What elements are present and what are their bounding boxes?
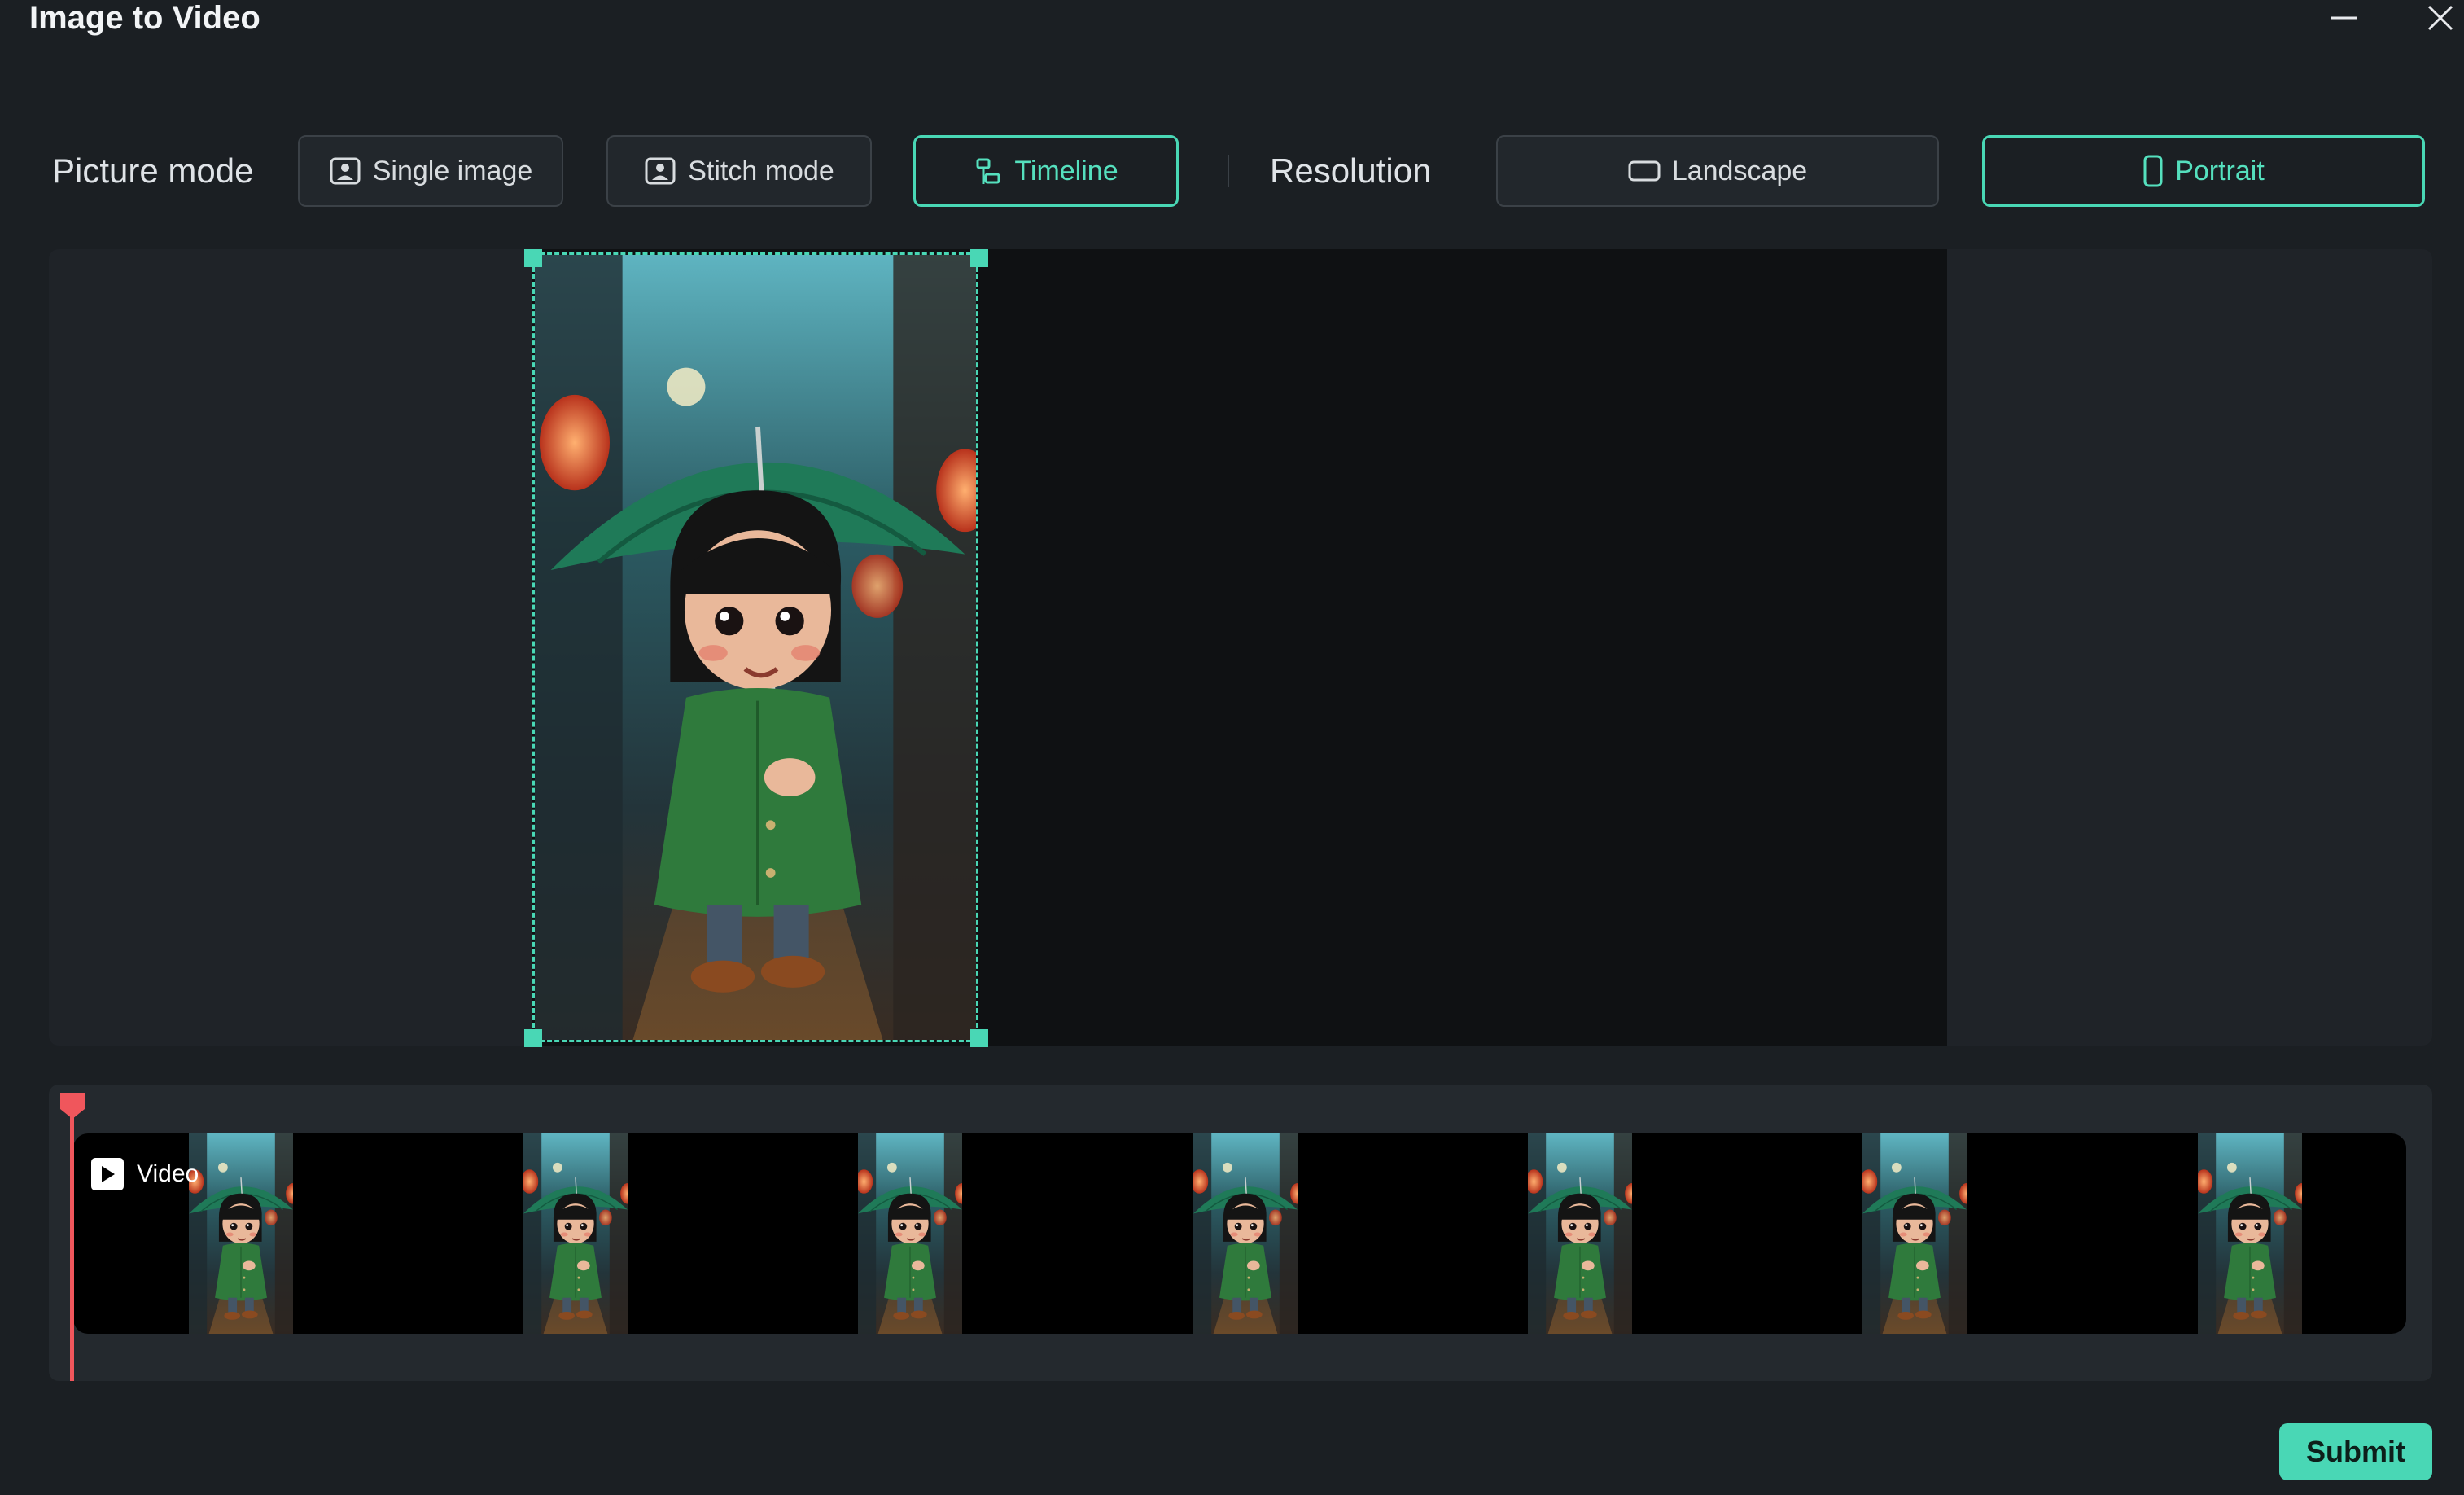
- timeline-panel: Video: [49, 1085, 2432, 1381]
- landscape-button[interactable]: Landscape: [1496, 135, 1939, 207]
- crop-frame[interactable]: [532, 252, 978, 1042]
- window-title: Image to Video: [29, 0, 260, 36]
- timeline-button[interactable]: Timeline: [913, 135, 1179, 207]
- submit-button[interactable]: Submit: [2279, 1423, 2432, 1480]
- play-icon: [91, 1158, 124, 1190]
- portrait-label: Portrait: [2175, 155, 2265, 186]
- crop-handle-bottom-left[interactable]: [524, 1029, 542, 1047]
- resolution-label: Resolution: [1270, 151, 1432, 190]
- image-portrait-icon: [330, 157, 361, 185]
- track-label-text: Video: [137, 1160, 199, 1187]
- minimize-icon: [2331, 16, 2357, 20]
- minimize-button[interactable]: [2320, 0, 2369, 36]
- portrait-icon: [2143, 155, 2163, 187]
- track-thumbnail: [189, 1133, 293, 1334]
- track-thumbnail: [523, 1133, 628, 1334]
- playhead[interactable]: [70, 1101, 74, 1381]
- single-image-button[interactable]: Single image: [298, 135, 563, 207]
- playhead-handle-icon[interactable]: [57, 1089, 88, 1120]
- stitch-mode-button[interactable]: Stitch mode: [606, 135, 872, 207]
- crop-handle-top-left[interactable]: [524, 249, 542, 267]
- track-label: Video: [91, 1158, 199, 1190]
- track-thumbnail: [858, 1133, 962, 1334]
- video-track[interactable]: Video: [73, 1133, 2406, 1334]
- preview-panel: [49, 249, 2432, 1047]
- crop-handle-top-right[interactable]: [970, 249, 988, 267]
- timeline-icon: [976, 158, 1000, 184]
- close-button[interactable]: [2416, 0, 2464, 36]
- title-bar: Image to Video: [0, 0, 2464, 49]
- close-icon: [2427, 5, 2453, 31]
- track-thumbnail: [1528, 1133, 1632, 1334]
- landscape-icon: [1628, 160, 1661, 182]
- preview-image: [535, 255, 978, 1042]
- toolbar-divider: [1228, 155, 1229, 187]
- picture-mode-label: Picture mode: [52, 151, 254, 190]
- options-toolbar: Picture mode Single image Stitch mode Ti…: [0, 130, 2464, 212]
- track-thumbnail: [1193, 1133, 1298, 1334]
- timeline-label: Timeline: [1014, 155, 1118, 186]
- image-portrait-icon: [645, 157, 676, 185]
- single-image-label: Single image: [372, 155, 533, 186]
- track-thumbnail: [1862, 1133, 1967, 1334]
- track-thumbnail: [2198, 1133, 2302, 1334]
- portrait-button[interactable]: Portrait: [1982, 135, 2425, 207]
- stitch-mode-label: Stitch mode: [688, 155, 834, 186]
- crop-handle-bottom-right[interactable]: [970, 1029, 988, 1047]
- landscape-label: Landscape: [1671, 155, 1808, 186]
